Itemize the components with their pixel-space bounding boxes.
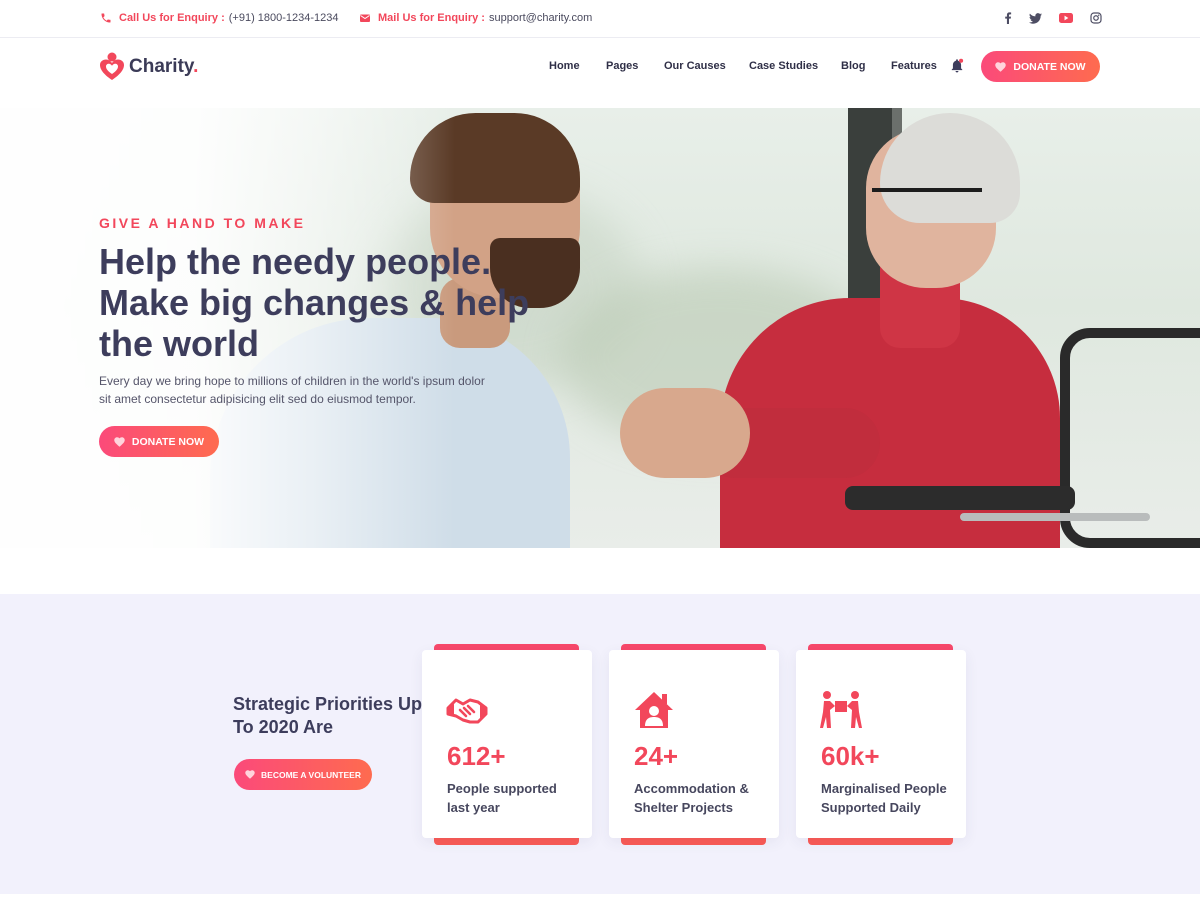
stat-card: 24+ Accommodation & Shelter Projects: [609, 644, 779, 845]
hero-donate-label: DONATE NOW: [131, 435, 205, 448]
twitter-icon[interactable]: [1028, 11, 1042, 25]
stat-label: Marginalised People Supported Daily: [821, 781, 947, 815]
stats-section: Strategic Priorities Up To 2020 Are BECO…: [0, 594, 1200, 894]
stat-label: People supported last year: [447, 781, 557, 815]
logo-text: Charity.: [129, 56, 199, 77]
hero-description: Every day we bring hope to millions of c…: [99, 374, 485, 406]
nav-blog[interactable]: Blog: [841, 60, 865, 72]
stat-number: 60k+: [821, 741, 880, 771]
handshake-icon: [446, 698, 488, 724]
phone-label: Call Us for Enquiry :: [119, 12, 225, 24]
mail-icon: [360, 14, 370, 22]
nav-case-studies[interactable]: Case Studies: [749, 60, 818, 72]
logo-dot: .: [193, 56, 199, 77]
hero-section: GIVE A HAND TO MAKE Help the needy peopl…: [0, 108, 1200, 548]
people-carry-icon: [820, 691, 862, 728]
nav-features[interactable]: Features: [891, 60, 937, 72]
stat-number: 24+: [634, 741, 679, 771]
heart-icon: [995, 61, 1007, 72]
heart-hand-icon: [245, 770, 255, 779]
charity-logo-icon: [100, 52, 124, 80]
heart-icon: [114, 436, 125, 447]
donate-now-label: DONATE NOW: [1013, 60, 1086, 73]
mail-address: support@charity.com: [488, 12, 593, 24]
stat-card: 60k+ Marginalised People Supported Daily: [796, 644, 966, 845]
facebook-icon[interactable]: [1001, 11, 1015, 25]
phone-icon: [101, 13, 111, 23]
mail-label: Mail Us for Enquiry :: [378, 12, 485, 24]
nav-home[interactable]: Home: [549, 60, 580, 72]
stat-card: 612+ People supported last year: [422, 644, 592, 845]
stats-title: Strategic Priorities Up To 2020 Are: [233, 694, 423, 737]
mail-contact[interactable]: Mail Us for Enquiry : support@charity.co…: [359, 12, 592, 24]
donate-now-button[interactable]: DONATE NOW: [981, 51, 1100, 82]
nav-our-causes[interactable]: Our Causes: [664, 60, 726, 72]
phone-contact[interactable]: Call Us for Enquiry : (+91) 1800-1234-12…: [100, 12, 339, 24]
home-person-icon: [635, 692, 673, 728]
instagram-icon[interactable]: [1089, 11, 1103, 25]
logo[interactable]: Charity.: [99, 52, 198, 82]
hero-donate-button[interactable]: DONATE NOW: [99, 426, 219, 457]
notification-bell-icon[interactable]: [950, 58, 964, 74]
main-header: Charity. Home Pages Our Causes Case Stud…: [0, 38, 1200, 108]
phone-number: (+91) 1800-1234-1234: [228, 12, 339, 24]
youtube-icon[interactable]: [1059, 11, 1073, 25]
hero-title: Help the needy people. Make big changes …: [99, 241, 530, 364]
stat-label: Accommodation & Shelter Projects: [634, 781, 749, 815]
stat-number: 612+: [447, 741, 506, 771]
top-bar: Call Us for Enquiry : (+91) 1800-1234-12…: [0, 0, 1200, 38]
nav-pages[interactable]: Pages: [606, 60, 638, 72]
become-volunteer-button[interactable]: BECOME A VOLUNTEER: [234, 759, 372, 790]
become-volunteer-label: BECOME A VOLUNTEER: [261, 769, 361, 780]
hero-kicker: GIVE A HAND TO MAKE: [99, 215, 306, 231]
